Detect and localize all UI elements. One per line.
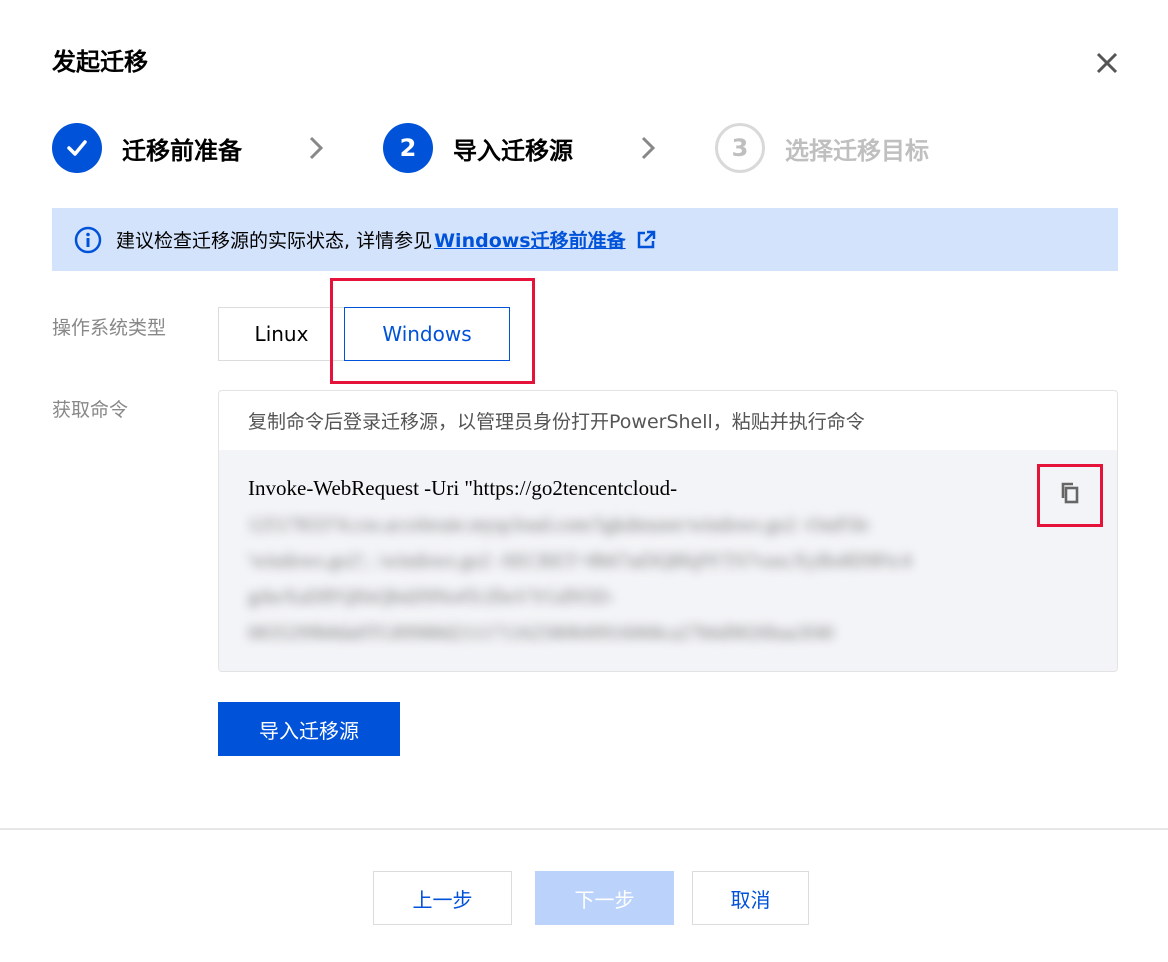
highlight-box [1037,464,1103,527]
os-option-linux[interactable]: Linux [218,307,345,361]
import-source-button[interactable]: 导入迁移源 [218,702,400,756]
step-label: 迁移前准备 [122,136,242,165]
highlight-box [330,278,535,384]
command-code[interactable]: Invoke-WebRequest -Uri "https://go2tence… [219,450,1117,671]
command-line: Invoke-WebRequest -Uri "https://go2tence… [248,476,678,500]
step-number: 2 [383,123,433,173]
step-import: 2 导入迁移源 [383,123,573,173]
command-box: 复制命令后登录迁移源，以管理员身份打开PowerShell，粘贴并执行命令 In… [218,390,1118,672]
command-line-blurred: 0835299b8da0TG89988d21117116258084991606… [248,622,834,644]
command-hint: 复制命令后登录迁移源，以管理员身份打开PowerShell，粘贴并执行命令 [219,391,1117,450]
notice-text: 建议检查迁移源的实际状态, 详情参见 [116,230,433,252]
step-prepare: 迁移前准备 [52,123,242,173]
command-label: 获取命令 [52,399,129,421]
command-line-blurred: grkeXaDfFQHsQbidJ9Ns4TcZbsVYGdN5D- [248,586,615,608]
close-icon[interactable] [1092,48,1122,78]
step-target: 3 选择迁移目标 [715,123,929,173]
dialog-title: 发起迁移 [52,48,148,76]
step-label: 导入迁移源 [453,136,573,165]
chevron-right-icon [641,136,656,160]
external-link-icon[interactable] [636,230,656,250]
cancel-button[interactable]: 取消 [692,871,809,925]
command-line-blurred: 1251783374.cos.accelerate.myqcloud.com/5… [248,514,869,536]
command-line-blurred: 'windows.go2'; .\windows.go2 -SECRET=8b6… [248,550,912,572]
check-icon [52,123,102,173]
step-number: 3 [715,123,765,173]
chevron-right-icon [309,136,324,160]
step-label: 选择迁移目标 [785,136,929,165]
windows-prep-link[interactable]: Windows迁移前准备 [434,226,626,253]
info-icon [74,226,102,253]
info-notice: 建议检查迁移源的实际状态, 详情参见 Windows迁移前准备 [52,208,1118,271]
os-type-label: 操作系统类型 [52,317,167,339]
prev-step-button[interactable]: 上一步 [373,871,512,925]
next-step-button[interactable]: 下一步 [535,871,674,925]
footer-divider [0,828,1168,830]
